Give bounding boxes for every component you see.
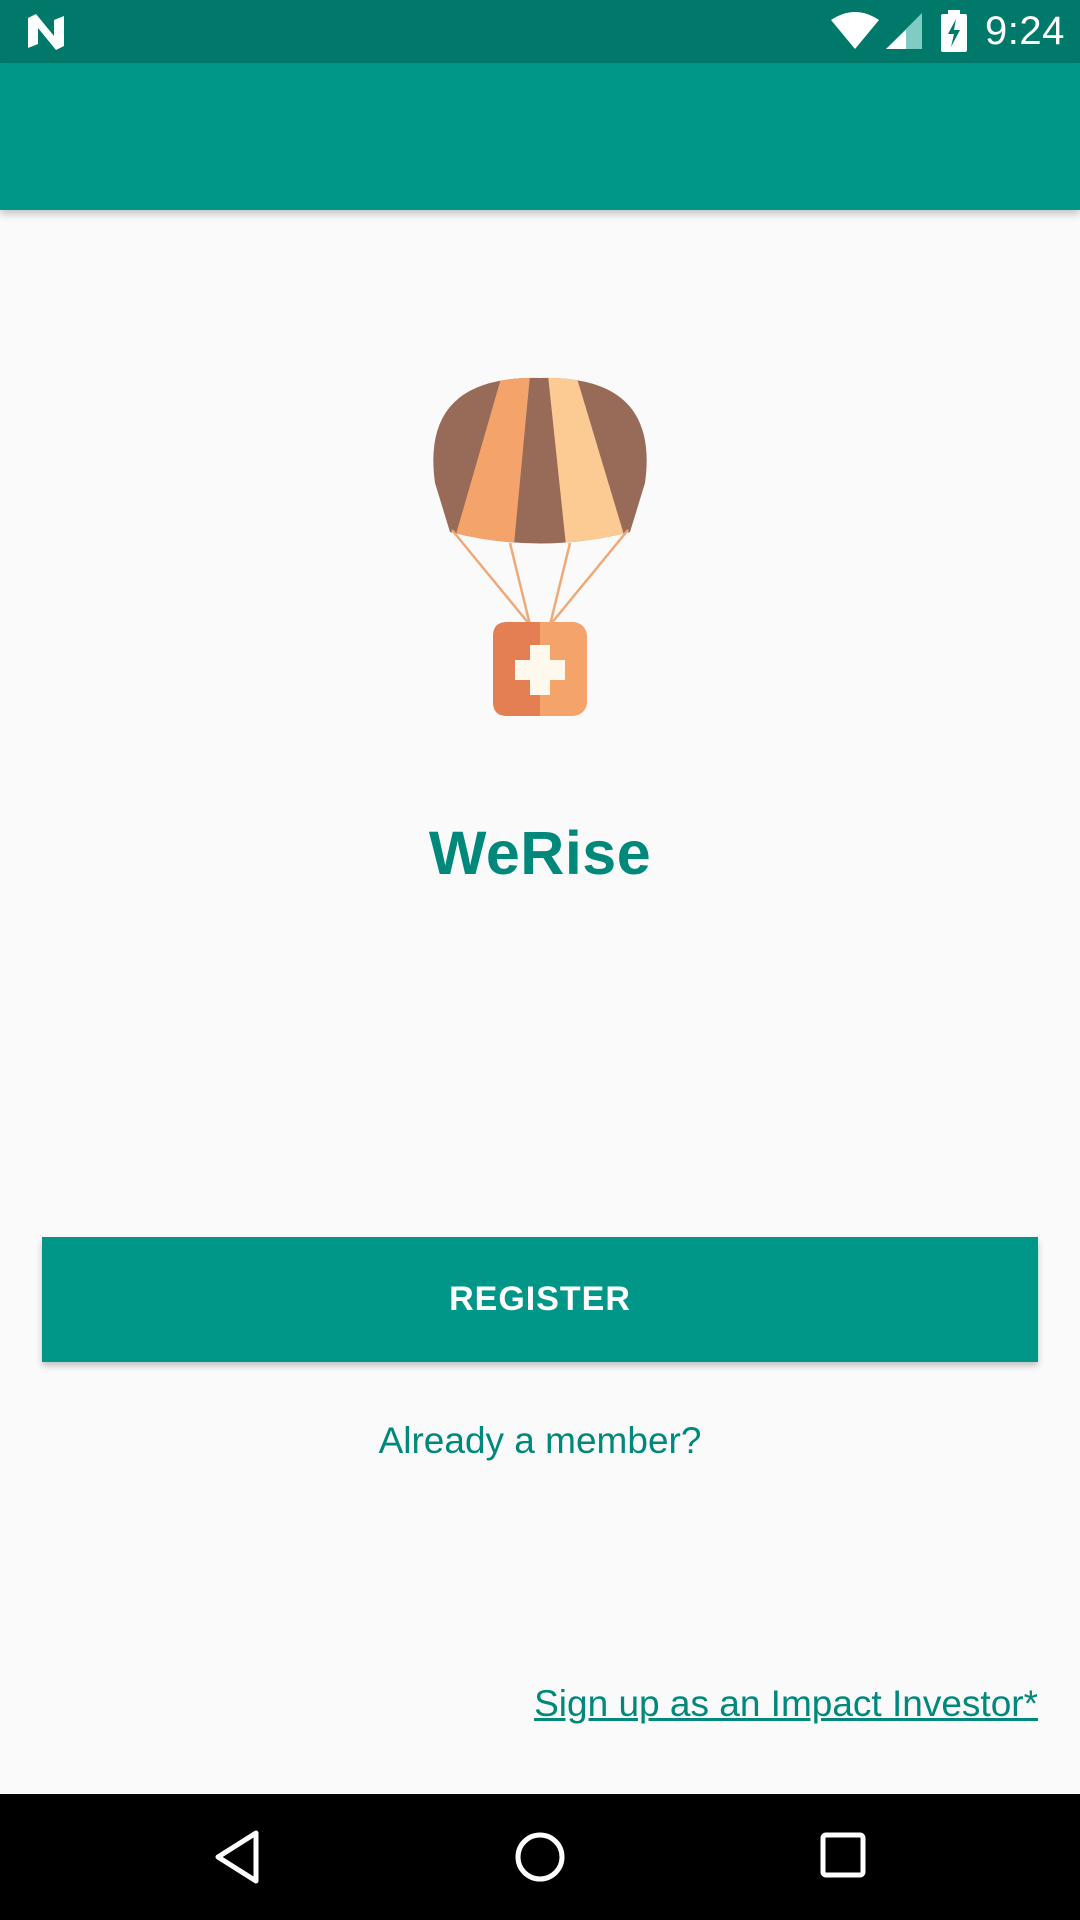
status-bar: 9:24 — [0, 0, 1080, 63]
back-icon[interactable] — [212, 1827, 262, 1887]
recent-apps-icon[interactable] — [818, 1828, 868, 1884]
register-button[interactable]: REGISTER — [42, 1237, 1038, 1362]
app-name-title: WeRise — [428, 819, 652, 887]
wifi-icon — [831, 12, 879, 49]
home-icon[interactable] — [513, 1827, 567, 1887]
navigation-bar — [0, 1794, 1080, 1920]
cell-signal-icon — [886, 13, 922, 49]
already-member-link[interactable]: Already a member? — [0, 1420, 1080, 1462]
impact-investor-signup-link[interactable]: Sign up as an Impact Investor* — [534, 1683, 1038, 1725]
battery-charging-icon — [941, 10, 967, 52]
status-time: 9:24 — [985, 9, 1065, 53]
app-bar — [0, 63, 1080, 210]
n-notification-icon — [28, 14, 64, 50]
parachute-medical-kit-logo — [433, 377, 647, 716]
